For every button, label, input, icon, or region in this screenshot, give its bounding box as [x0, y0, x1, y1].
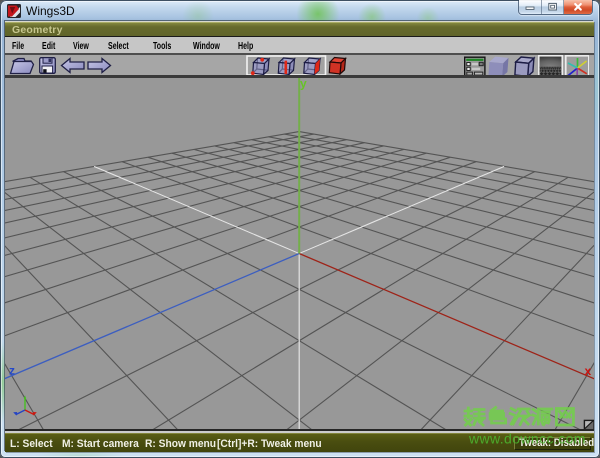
- svg-text:x: x: [585, 364, 592, 378]
- svg-text:z: z: [9, 364, 15, 378]
- svg-text:y: y: [300, 78, 307, 91]
